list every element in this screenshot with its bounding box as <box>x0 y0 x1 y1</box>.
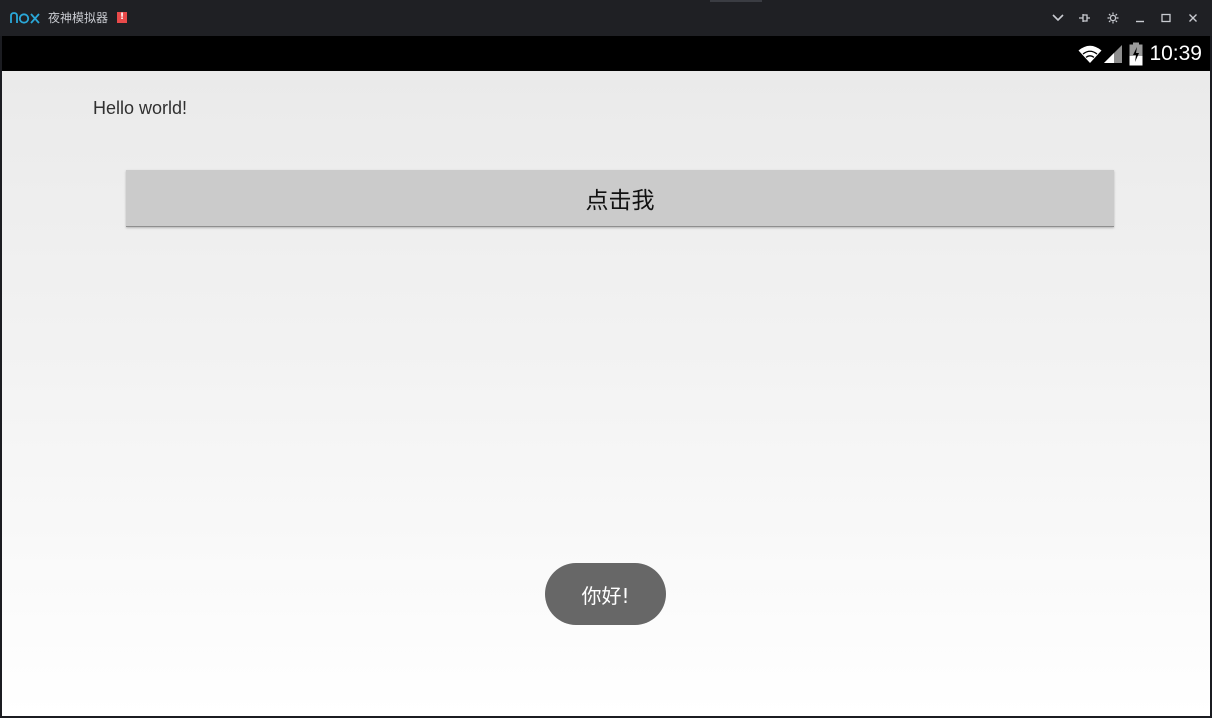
hello-text: Hello world! <box>93 98 188 118</box>
title-bar-notch <box>710 0 762 2</box>
status-icons: 10:39 <box>1078 36 1202 71</box>
toast-message: 你好! <box>545 563 666 625</box>
dropdown-button[interactable] <box>1048 8 1068 28</box>
signal-icon <box>1104 44 1123 63</box>
settings-button[interactable] <box>1103 8 1123 28</box>
toast-text: 你好! <box>581 583 630 608</box>
device-screen: 10:39 Hello world! 点击我 你好! <box>2 36 1210 716</box>
battery-icon <box>1129 42 1143 65</box>
gear-icon <box>1107 12 1119 24</box>
emulator-title-bar: 夜神模拟器 ! <box>0 0 1212 36</box>
minimize-icon <box>1136 20 1144 23</box>
pin-icon <box>1079 14 1090 22</box>
maximize-icon <box>1161 13 1171 23</box>
pin-button[interactable] <box>1074 8 1094 28</box>
close-icon <box>1189 14 1197 22</box>
wifi-icon <box>1078 45 1102 63</box>
android-status-bar: 10:39 <box>2 36 1210 71</box>
click-me-button[interactable]: 点击我 <box>126 170 1114 227</box>
minimize-button[interactable] <box>1130 8 1150 28</box>
nox-logo-icon <box>10 12 40 24</box>
alert-badge[interactable]: ! <box>117 12 127 23</box>
status-clock: 10:39 <box>1149 42 1202 65</box>
close-button[interactable] <box>1183 8 1203 28</box>
maximize-button[interactable] <box>1156 8 1176 28</box>
app-title: 夜神模拟器 <box>48 11 109 25</box>
chevron-down-icon <box>1052 14 1064 22</box>
